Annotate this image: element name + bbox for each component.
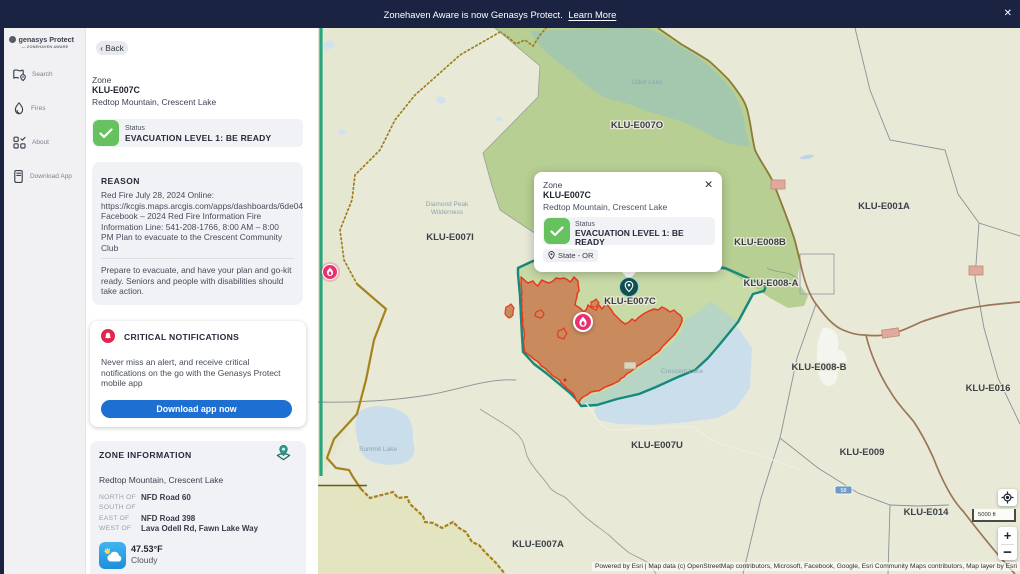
svg-text:58: 58 — [840, 488, 846, 494]
svg-text:KLU-E007A: KLU-E007A — [512, 539, 564, 550]
svg-text:KLU-E008-A: KLU-E008-A — [744, 278, 799, 289]
svg-text:KLU-E008-B: KLU-E008-B — [792, 362, 847, 373]
svg-text:Summit Lake: Summit Lake — [359, 446, 397, 453]
svg-text:KLU-E001A: KLU-E001A — [858, 201, 910, 212]
svg-text:KLU-E016: KLU-E016 — [966, 383, 1011, 394]
svg-text:KLU-E007U: KLU-E007U — [631, 440, 683, 451]
svg-text:KLU-E007C: KLU-E007C — [604, 296, 656, 307]
svg-text:Wilderness: Wilderness — [431, 209, 464, 216]
svg-text:KLU-E007O: KLU-E007O — [611, 120, 663, 131]
svg-text:KLU-E008B: KLU-E008B — [734, 237, 786, 248]
svg-text:KLU-E009: KLU-E009 — [840, 447, 885, 458]
svg-text:Odell Lake: Odell Lake — [631, 79, 662, 86]
svg-text:KLU-E014: KLU-E014 — [904, 507, 950, 518]
svg-text:KLU-E007I: KLU-E007I — [426, 232, 474, 243]
svg-text:Crescent Lake: Crescent Lake — [661, 368, 703, 375]
svg-text:Diamond Peak: Diamond Peak — [426, 201, 469, 208]
